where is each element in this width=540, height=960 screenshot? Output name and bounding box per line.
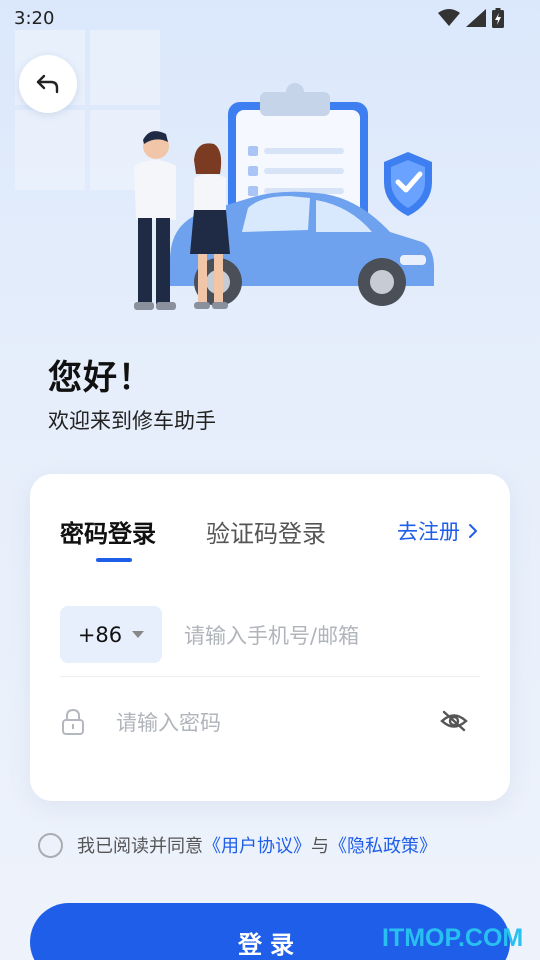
- active-tab-indicator: [96, 558, 132, 562]
- lock-icon: [62, 709, 84, 735]
- battery-charging-icon: [492, 8, 504, 28]
- login-card: 密码登录 验证码登录 去注册 +86 请输入手机号/邮箱 请输入密码: [30, 474, 510, 801]
- hero-illustration: [134, 83, 435, 310]
- greeting-title: 您好！: [48, 358, 153, 398]
- login-button-label: 登录: [238, 931, 302, 959]
- wifi-icon: [438, 9, 460, 26]
- chevron-right-icon: [469, 524, 477, 538]
- password-input[interactable]: 请输入密码: [116, 700, 416, 744]
- agreement-text: 我已阅读并同意《用户协议》与《隐私政策》: [77, 832, 437, 858]
- agreement-row: 我已阅读并同意《用户协议》与《隐私政策》: [38, 832, 437, 858]
- agreement-prefix: 我已阅读并同意: [77, 836, 203, 857]
- tab-code-login[interactable]: 验证码登录: [206, 514, 326, 549]
- register-label: 去注册: [397, 520, 460, 544]
- back-arrow-icon: [36, 74, 59, 94]
- tab-password-login[interactable]: 密码登录: [60, 514, 156, 549]
- user-agreement-link[interactable]: 《用户协议》: [203, 836, 311, 857]
- caret-down-icon: [132, 630, 145, 638]
- man-illustration: [134, 131, 176, 310]
- greeting-subtitle: 欢迎来到修车助手: [48, 409, 216, 433]
- agreement-checkbox[interactable]: [38, 832, 63, 858]
- signal-icon: [466, 9, 486, 27]
- agreement-connector: 与: [311, 836, 329, 857]
- password-placeholder: 请输入密码: [116, 711, 221, 735]
- phone-email-input[interactable]: 请输入手机号/邮箱: [184, 606, 484, 663]
- field-divider: [60, 676, 480, 677]
- register-link[interactable]: 去注册: [397, 516, 478, 546]
- status-icons: [438, 8, 504, 28]
- country-code-value: +86: [77, 622, 123, 647]
- privacy-policy-link[interactable]: 《隐私政策》: [329, 836, 437, 857]
- shield-check-illustration: [384, 152, 432, 216]
- eye-off-icon[interactable]: [440, 710, 468, 732]
- phone-email-placeholder: 请输入手机号/邮箱: [184, 623, 360, 648]
- watermark-logo: ITMOP.COM: [382, 924, 524, 952]
- back-button[interactable]: [19, 55, 77, 113]
- country-code-select[interactable]: +86: [60, 606, 162, 663]
